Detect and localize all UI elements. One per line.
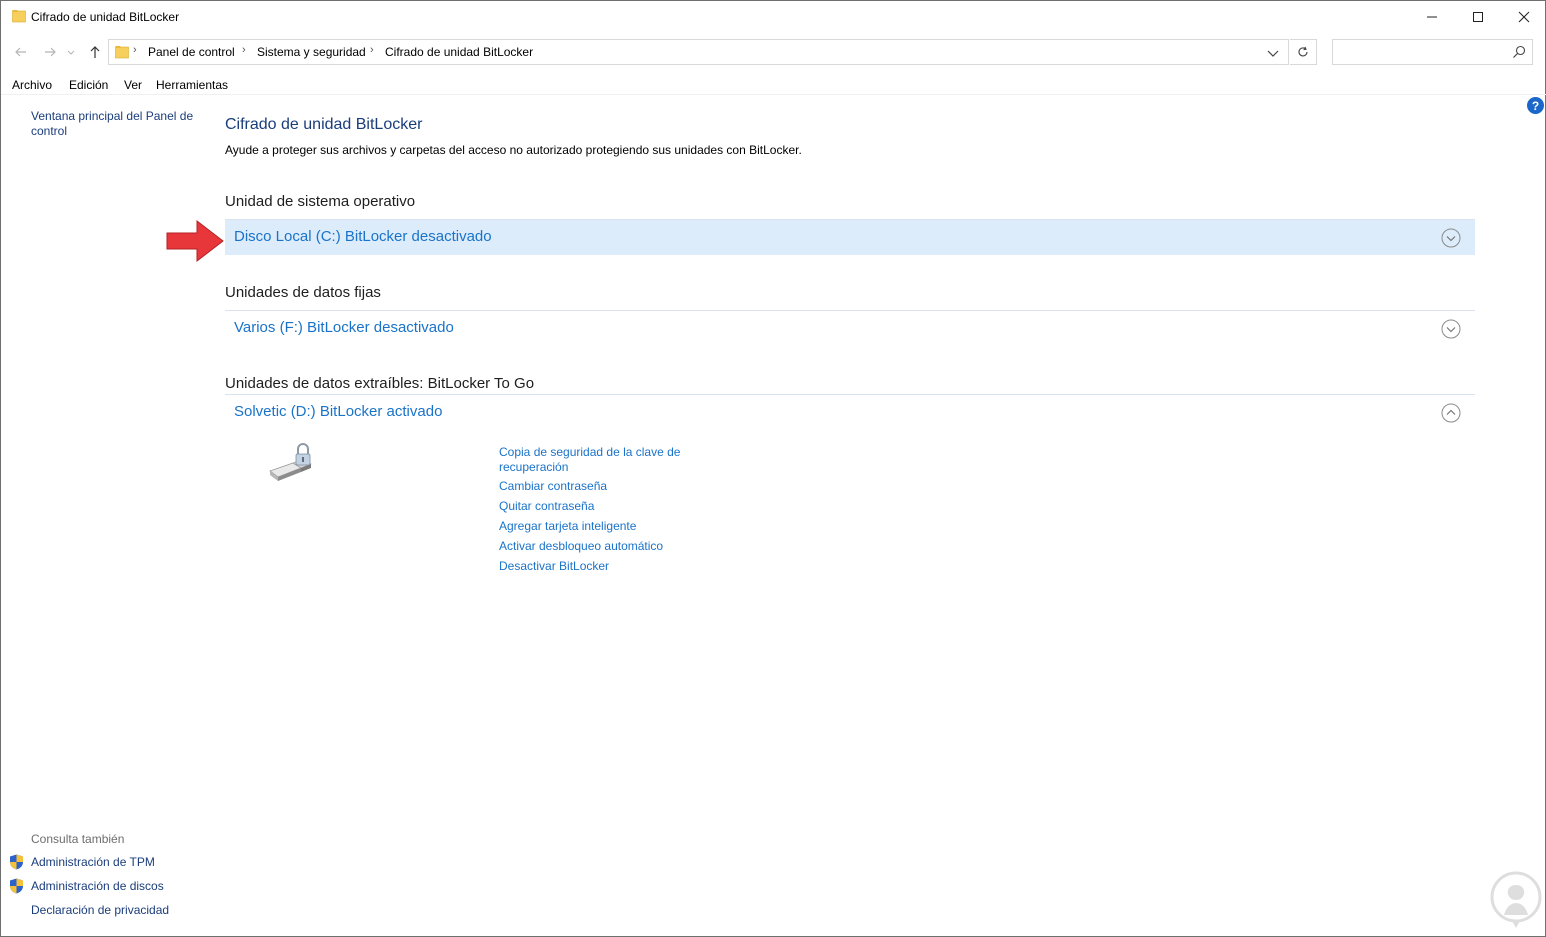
window-title: Cifrado de unidad BitLocker: [31, 10, 180, 24]
see-also-label[interactable]: Administración de TPM: [31, 855, 155, 869]
search-icon: [1513, 45, 1526, 58]
back-button[interactable]: [13, 44, 29, 60]
usb-drive-locked-icon: [269, 443, 312, 481]
maximize-button[interactable]: [1455, 1, 1501, 32]
page-title: Cifrado de unidad BitLocker: [225, 116, 423, 133]
see-also-label[interactable]: Declaración de privacidad: [31, 903, 169, 917]
folder-icon: [12, 10, 26, 23]
menu-herramientas[interactable]: Herramientas: [156, 78, 228, 92]
breadcrumb-separator-icon: ›: [133, 44, 137, 56]
chevron-up-icon[interactable]: [1441, 403, 1461, 423]
see-also-label[interactable]: Administración de discos: [31, 879, 164, 893]
breadcrumb-separator-icon: ›: [370, 44, 374, 56]
control-panel-home-link[interactable]: Ventana principal del Panel de control: [31, 109, 201, 139]
menu-archivo[interactable]: Archivo: [12, 78, 52, 92]
minimize-button[interactable]: [1409, 1, 1455, 32]
turn-on-auto-unlock-link[interactable]: Activar desbloqueo automático: [499, 539, 699, 554]
chevron-down-icon[interactable]: [1441, 319, 1461, 339]
breadcrumb-cifrado-bitlocker[interactable]: Cifrado de unidad BitLocker: [385, 45, 533, 59]
backup-recovery-key-link[interactable]: Copia de seguridad de la clave de recupe…: [499, 445, 699, 475]
refresh-icon: [1298, 46, 1308, 57]
see-also-tpm-link[interactable]: Administración de TPM: [9, 853, 155, 871]
see-also-disk-management-link[interactable]: Administración de discos: [9, 877, 164, 895]
address-bar[interactable]: › Panel de control › Sistema y seguridad…: [108, 39, 1289, 65]
up-button[interactable]: [87, 44, 103, 60]
section-heading-removable-drives: Unidades de datos extraíbles: BitLocker …: [225, 375, 535, 392]
change-password-link[interactable]: Cambiar contraseña: [499, 479, 699, 494]
close-icon: [1518, 11, 1530, 22]
close-button[interactable]: [1501, 1, 1546, 32]
turn-off-bitlocker-link[interactable]: Desactivar BitLocker: [499, 559, 699, 574]
shield-icon: [10, 878, 23, 894]
section-heading-os-drive: Unidad de sistema operativo: [225, 193, 416, 210]
watermark-logo-icon: [1490, 871, 1542, 928]
back-arrow-icon: [15, 47, 26, 57]
see-also-heading: Consulta también: [31, 832, 125, 846]
menu-ver[interactable]: Ver: [124, 78, 142, 92]
drive-row-d[interactable]: Solvetic (D:) BitLocker activado: [225, 395, 1475, 430]
breadcrumb-separator-icon: ›: [242, 44, 246, 56]
red-arrow-icon: [166, 219, 224, 263]
bitlocker-window: Cifrado de unidad BitLocker › Panel de c…: [0, 0, 1546, 937]
breadcrumb-panel-de-control[interactable]: Panel de control: [148, 45, 235, 59]
add-smart-card-link[interactable]: Agregar tarjeta inteligente: [499, 519, 699, 534]
menu-edicion[interactable]: Edición: [69, 78, 108, 92]
breadcrumb-sistema-y-seguridad[interactable]: Sistema y seguridad: [257, 45, 366, 59]
drive-row-f[interactable]: Varios (F:) BitLocker desactivado: [225, 311, 1475, 346]
recent-locations-button[interactable]: [66, 44, 76, 60]
maximize-icon: [1473, 11, 1483, 22]
menu-divider: [1, 94, 1546, 95]
forward-arrow-icon: [45, 47, 56, 57]
up-arrow-icon: [90, 46, 100, 58]
drive-label-f[interactable]: Varios (F:) BitLocker desactivado: [234, 319, 454, 336]
see-also-privacy-link[interactable]: Declaración de privacidad: [9, 901, 169, 919]
page-description: Ayude a proteger sus archivos y carpetas…: [225, 143, 802, 157]
chevron-down-icon: [67, 50, 75, 55]
remove-password-link[interactable]: Quitar contraseña: [499, 499, 699, 514]
chevron-down-icon[interactable]: [1265, 45, 1281, 61]
section-heading-fixed-drives: Unidades de datos fijas: [225, 284, 381, 301]
drive-label-d[interactable]: Solvetic (D:) BitLocker activado: [234, 403, 442, 420]
drive-label-c[interactable]: Disco Local (C:) BitLocker desactivado: [234, 228, 492, 245]
chevron-down-icon[interactable]: [1441, 228, 1461, 248]
minimize-icon: [1427, 16, 1437, 17]
drive-row-c[interactable]: Disco Local (C:) BitLocker desactivado: [225, 220, 1475, 255]
shield-icon: [10, 854, 23, 870]
title-bar[interactable]: Cifrado de unidad BitLocker: [1, 1, 1545, 32]
refresh-button[interactable]: [1290, 39, 1317, 65]
folder-icon: [115, 46, 129, 59]
forward-button[interactable]: [42, 44, 58, 60]
help-icon[interactable]: ?: [1527, 97, 1544, 114]
search-input[interactable]: [1332, 39, 1533, 65]
